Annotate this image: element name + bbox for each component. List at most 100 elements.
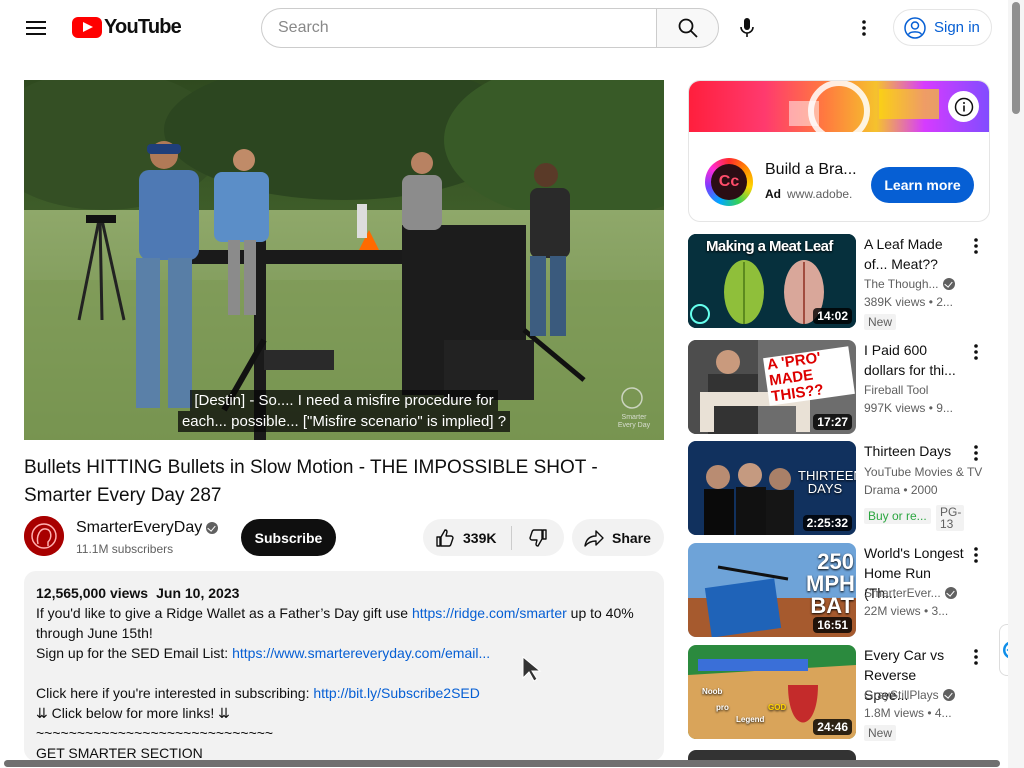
recommendation-item[interactable]: A 'PRO' MADE THIS?? 17:27 I Paid 600 dol… — [688, 340, 990, 434]
thumbnail-caption: Making a Meat Leaf — [706, 238, 833, 255]
description-line: ~~~~~~~~~~~~~~~~~~~~~~~~~~~~~ — [36, 725, 274, 741]
youtube-play-icon — [72, 17, 102, 38]
video-duration: 16:51 — [813, 617, 852, 633]
share-label: Share — [612, 529, 651, 546]
recommendation-channel[interactable]: YouTube Movies & TV — [864, 465, 994, 479]
video-thumbnail[interactable]: 250 MPH BAT 16:51 — [688, 543, 856, 637]
channel-avatar[interactable] — [24, 516, 64, 556]
description-meta: 12,565,000 views Jun 10, 2023 — [36, 583, 652, 603]
recommendation-stats: 22M views • 3... — [864, 604, 949, 618]
thumbnail-label: Noob — [702, 687, 723, 696]
subscriber-count: 11.1M subscribers — [76, 542, 174, 556]
verified-icon — [206, 522, 219, 534]
dislike-button[interactable] — [512, 519, 564, 556]
more-vertical-icon — [974, 445, 978, 461]
channel-text[interactable]: The Though... — [864, 277, 939, 291]
channel-name[interactable]: SmarterEveryDay — [76, 519, 219, 537]
like-button[interactable]: 339K — [423, 519, 511, 556]
search-button[interactable] — [656, 8, 719, 48]
verified-icon — [944, 587, 957, 599]
more-actions-button[interactable] — [968, 647, 984, 667]
sign-in-button[interactable]: Sign in — [893, 9, 992, 46]
video-player[interactable]: [Destin] - So.... I need a misfire proce… — [24, 80, 664, 440]
description-line: If you'd like to give a Ridge Wallet as … — [36, 603, 652, 623]
ad-card[interactable]: Cc Build a Bra... Ad www.adobe. Learn mor… — [688, 80, 990, 222]
share-button[interactable]: Share — [572, 519, 664, 556]
subscribe-link[interactable]: http://bit.ly/Subscribe2SED — [313, 685, 480, 701]
description-text: Sign up for the SED Email List: — [36, 645, 233, 661]
recommendation-channel[interactable]: The Though... — [864, 277, 964, 291]
search-input[interactable] — [261, 8, 656, 48]
channel-text[interactable]: YouTube Movies & TV — [864, 465, 982, 479]
recommendation-channel[interactable]: SmarterEver... — [864, 586, 964, 600]
verified-icon — [942, 278, 955, 290]
voice-search-button[interactable] — [727, 8, 767, 48]
watermark: Smarter Every Day — [617, 414, 651, 429]
recommendation-item[interactable]: Noob pro Legend GOD 24:46 Every Car vs R… — [688, 645, 990, 741]
youtube-logo[interactable]: YouTube — [72, 16, 182, 39]
more-actions-button[interactable] — [968, 342, 984, 362]
masthead: YouTube Sign in — [0, 0, 1024, 56]
more-vertical-icon — [974, 238, 978, 254]
video-thumbnail[interactable]: Noob pro Legend GOD 24:46 — [688, 645, 856, 739]
channel-name-text[interactable]: SmarterEveryDay — [76, 519, 202, 537]
recommendation-channel[interactable]: GrayStillPlays — [864, 688, 964, 702]
scrollbar-thumb[interactable] — [4, 760, 1000, 767]
description-line: through June 15th! — [36, 625, 153, 641]
new-badge: New — [864, 314, 897, 330]
channel-text[interactable]: Fireball Tool — [864, 383, 928, 397]
like-dislike-group: 339K — [423, 519, 564, 556]
channel-text[interactable]: GrayStillPlays — [864, 688, 939, 702]
video-duration: 2:25:32 — [802, 515, 852, 531]
recommendation-title[interactable]: A Leaf Made of... Meat?? — [864, 234, 964, 274]
more-vertical-icon — [974, 649, 978, 665]
menu-icon[interactable] — [20, 12, 52, 44]
more-actions-button[interactable] — [968, 443, 984, 463]
rating-badge: PG-13 — [936, 505, 964, 531]
learn-more-button[interactable]: Learn more — [871, 167, 974, 203]
adobe-logo-icon: Cc — [705, 158, 753, 206]
thumbs-down-icon — [529, 528, 547, 547]
description-box[interactable]: 12,565,000 views Jun 10, 2023 If you'd li… — [24, 571, 664, 761]
video-thumbnail[interactable]: THIRTEEN DAYS 2:25:32 — [688, 441, 856, 535]
vertical-scrollbar[interactable] — [1008, 0, 1024, 768]
more-actions-button[interactable] — [968, 545, 984, 565]
description-line: Click here if you're interested in subsc… — [36, 683, 652, 703]
scrollbar-thumb[interactable] — [1012, 2, 1020, 114]
description-text: Click here if you're interested in subsc… — [36, 685, 314, 701]
recommendation-title[interactable]: I Paid 600 dollars for thi... — [864, 340, 964, 380]
recommendation-item[interactable]: 250 MPH BAT 16:51 World's Longest Home R… — [688, 543, 990, 637]
recommendation-channel[interactable]: Fireball Tool — [864, 383, 964, 397]
ad-info-button[interactable] — [948, 91, 979, 122]
info-icon — [954, 97, 973, 116]
video-thumbnail[interactable]: A 'PRO' MADE THIS?? 17:27 — [688, 340, 856, 434]
video-title: Bullets HITTING Bullets in Slow Motion -… — [24, 457, 598, 506]
recommendation-stats: Drama • 2000 — [864, 483, 938, 497]
thumbnail-caption: THIRTEEN DAYS — [798, 468, 856, 496]
settings-menu-button[interactable] — [848, 12, 880, 44]
more-actions-button[interactable] — [968, 236, 984, 256]
email-list-link[interactable]: https://www.smartereveryday.com/email... — [232, 645, 490, 661]
verified-icon — [942, 689, 955, 701]
thumbnail-label: pro — [716, 703, 729, 712]
recommendation-stats: 1.8M views • 4... — [864, 706, 952, 720]
video-frame — [24, 80, 664, 440]
search-bar — [261, 8, 719, 48]
recommendation-item[interactable]: Making a Meat Leaf 14:02 A Leaf Made of.… — [688, 234, 990, 330]
subscribe-button[interactable]: Subscribe — [241, 519, 336, 556]
upload-date: Jun 10, 2023 — [156, 585, 240, 601]
channel-text[interactable]: SmarterEver... — [864, 586, 941, 600]
video-thumbnail[interactable]: Making a Meat Leaf 14:02 — [688, 234, 856, 328]
recommendation-item[interactable]: THIRTEEN DAYS 2:25:32 Thirteen Days YouT… — [688, 441, 990, 535]
thumbs-up-icon — [436, 528, 454, 547]
ridge-link[interactable]: https://ridge.com/smarter — [412, 605, 567, 621]
video-duration: 17:27 — [813, 414, 852, 430]
recommendation-title[interactable]: Thirteen Days — [864, 441, 964, 461]
buy-or-rent-badge[interactable]: Buy or re... — [864, 508, 931, 524]
recommendation-stats: 997K views • 9... — [864, 401, 953, 415]
sign-in-label: Sign in — [934, 19, 980, 36]
search-icon — [678, 18, 698, 38]
description-line: ⇊ Click below for more links! ⇊ — [36, 705, 230, 721]
horizontal-scrollbar[interactable] — [0, 758, 1008, 768]
